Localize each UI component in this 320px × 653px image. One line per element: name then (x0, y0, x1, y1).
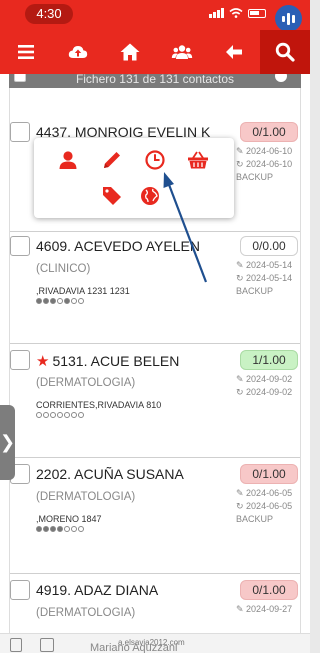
backup-label: BACKUP (236, 514, 274, 524)
select-all-checkbox[interactable] (14, 74, 26, 82)
upload-button[interactable] (52, 30, 104, 74)
row-meta: ✎ 2024-05-14 ↻ 2024-05-14 BACKUP (236, 259, 298, 298)
contact-name: ★ 5131. ACUE BELEN (36, 353, 180, 370)
rating-dots (36, 412, 84, 418)
backup-date: ↻ 2024-06-10 (236, 159, 293, 169)
modified-date: ✎ 2024-09-27 (236, 604, 293, 614)
groups-button[interactable] (156, 30, 208, 74)
specialty: (DERMATOLOGIA) (36, 377, 136, 389)
row-meta: ✎ 2024-06-05 ↻ 2024-06-05 BACKUP (236, 487, 298, 526)
tag-icon[interactable] (100, 184, 124, 208)
count-badge: 0/1.00 (240, 580, 298, 600)
specialty: (DERMATOLOGIA) (36, 607, 136, 619)
modified-date: ✎ 2024-06-10 (236, 146, 293, 156)
backup-date: ↻ 2024-05-14 (236, 273, 293, 283)
battery-icon (248, 8, 266, 18)
contact-name: 4919. ADAZ DIANA (36, 582, 159, 598)
cloud-upload-icon (68, 46, 88, 58)
list-item[interactable]: 2202. ACUÑA SUSANA (DERMATOLOGIA) ,MOREN… (10, 464, 300, 574)
count-badge: 1/1.00 (240, 350, 298, 370)
person-icon[interactable] (56, 148, 80, 172)
status-bar: 4:30 (0, 0, 310, 32)
phone-icon[interactable] (10, 638, 22, 652)
list-item[interactable]: 4609. ACEVEDO AYELEN (CLINICO) ,RIVADAVI… (10, 236, 300, 344)
status-time: 4:30 (25, 4, 73, 24)
row-checkbox[interactable] (10, 580, 30, 600)
app-screen: 4:30 Fichero 131 de 131 contactos 4437. … (0, 0, 310, 653)
star-icon[interactable]: ★ (36, 353, 49, 370)
modified-date: ✎ 2024-06-05 (236, 488, 293, 498)
wifi-icon (229, 8, 243, 18)
backup-date: ↻ 2024-09-02 (236, 387, 293, 397)
row-checkbox[interactable] (10, 122, 30, 142)
address: CORRIENTES,RIVADAVIA 810 (36, 400, 162, 410)
pencil-icon[interactable] (100, 148, 124, 172)
group-icon (171, 45, 193, 59)
bottom-bar: a.elsavia2012.com Mariano Aquzzani (0, 633, 310, 653)
count-badge: 0/0.00 (240, 236, 298, 256)
signal-icon (209, 8, 224, 18)
contact-name: 2202. ACUÑA SUSANA (36, 466, 184, 482)
home-icon (120, 43, 140, 61)
clock-icon[interactable] (143, 148, 167, 172)
row-checkbox[interactable] (10, 350, 30, 370)
specialty: (CLINICO) (36, 263, 91, 275)
row-meta: ✎ 2024-09-02 ↻ 2024-09-02 (236, 373, 298, 399)
modified-date: ✎ 2024-09-02 (236, 374, 293, 384)
rating-dots (36, 526, 84, 532)
search-button[interactable] (260, 30, 310, 74)
download-icon[interactable] (40, 638, 54, 652)
address: ,MORENO 1847 (36, 514, 102, 524)
row-meta: ✎ 2024-06-10 ↻ 2024-06-10 BACKUP (236, 145, 298, 184)
contacts-counter: Fichero 131 de 131 contactos (75, 74, 235, 86)
menu-icon (18, 45, 34, 59)
assistant-icon[interactable] (275, 5, 302, 32)
status-icons (209, 8, 266, 18)
row-meta: ✎ 2024-09-27 (236, 603, 298, 616)
rating-dots (36, 298, 84, 304)
user-name: Mariano Aquzzani (90, 642, 178, 653)
menu-button[interactable] (0, 30, 52, 74)
row-actions-popup (34, 138, 234, 218)
globe-icon[interactable] (138, 184, 162, 208)
arrow-left-icon (226, 45, 242, 59)
count-badge: 0/1.00 (240, 122, 298, 142)
address: ,RIVADAVIA 1231 1231 (36, 286, 130, 296)
backup-label: BACKUP (236, 172, 274, 182)
chevron-right-icon: ❯ (0, 432, 16, 452)
basket-icon[interactable] (186, 148, 210, 172)
count-badge: 0/1.00 (240, 464, 298, 484)
top-toolbar (0, 30, 310, 74)
list-item[interactable]: 4919. ADAZ DIANA (DERMATOLOGIA) 0/1.00 ✎… (10, 580, 300, 640)
list-item[interactable]: ★ 5131. ACUE BELEN (DERMATOLOGIA) CORRIEN… (10, 350, 300, 458)
home-button[interactable] (104, 30, 156, 74)
backup-label: BACKUP (236, 286, 274, 296)
row-checkbox[interactable] (10, 236, 30, 256)
backup-date: ↻ 2024-06-05 (236, 501, 293, 511)
search-icon (275, 42, 295, 62)
header-toggle[interactable] (275, 74, 287, 82)
back-button[interactable] (208, 30, 260, 74)
side-drawer-handle[interactable]: ❯ (0, 405, 15, 480)
contact-name: 4609. ACEVEDO AYELEN (36, 238, 200, 254)
list-header: Fichero 131 de 131 contactos (9, 74, 301, 88)
modified-date: ✎ 2024-05-14 (236, 260, 293, 270)
specialty: (DERMATOLOGIA) (36, 491, 136, 503)
